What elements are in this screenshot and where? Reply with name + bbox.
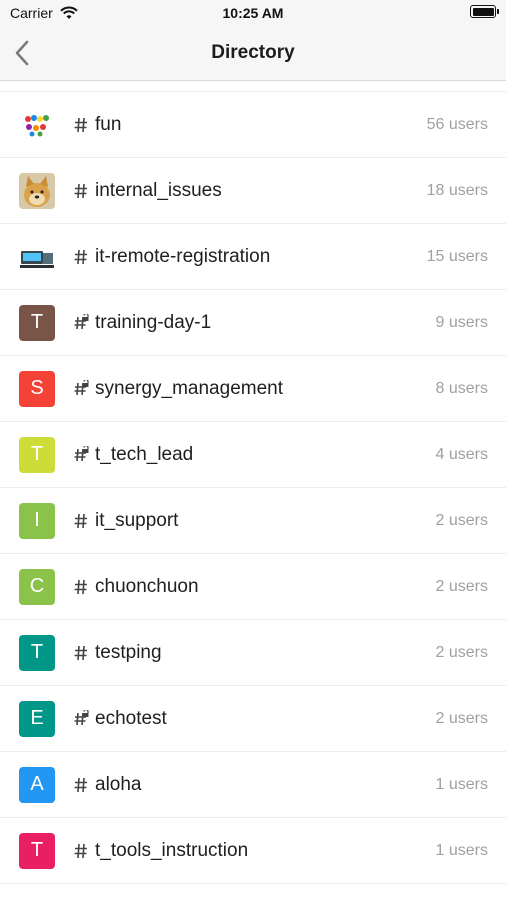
hash-icon <box>73 512 89 530</box>
avatar-letter: C <box>29 575 45 597</box>
status-bar: Carrier 10:25 AM <box>0 0 506 26</box>
channel-row[interactable]: it-remote-registration 15 users <box>0 224 506 290</box>
channel-row[interactable]: Iit_support 2 users <box>0 488 506 554</box>
channel-name: it_support <box>95 509 179 531</box>
page-title: Directory <box>211 42 295 63</box>
computer-image-icon <box>19 238 55 275</box>
user-count: 56 users <box>426 115 488 133</box>
avatar-letter: T <box>30 641 44 663</box>
avatar-letter: S <box>30 377 44 399</box>
avatar-letter: T <box>30 839 44 861</box>
channel-avatar: T <box>19 634 55 671</box>
doge-image-icon <box>19 172 55 209</box>
channel-row[interactable]: Cchuonchuon 2 users <box>0 554 506 620</box>
channel-avatar: T <box>19 304 55 341</box>
channel-avatar: I <box>19 502 55 539</box>
channel-name: fun <box>95 113 122 135</box>
channel-name: internal_issues <box>95 179 222 201</box>
channel-name: chuonchuon <box>95 575 199 597</box>
channel-row[interactable]: Aaloha 1 users <box>0 752 506 818</box>
channel-name: testping <box>95 641 162 663</box>
user-count: 9 users <box>435 313 488 331</box>
channel-row[interactable]: fun 56 users <box>0 92 506 158</box>
user-count: 2 users <box>435 643 488 661</box>
channel-name: t_tools_instruction <box>95 839 249 861</box>
channel-avatar: T <box>19 436 55 473</box>
user-count: 2 users <box>435 709 488 727</box>
user-count: 1 users <box>435 775 488 793</box>
hash-icon <box>73 578 89 596</box>
channel-name: it-remote-registration <box>95 245 271 267</box>
channel-avatar: T <box>19 832 55 869</box>
hash-icon <box>73 248 89 266</box>
channel-row[interactable]: Ssynergy_management 8 users <box>0 356 506 422</box>
channel-name: training-day-1 <box>95 311 212 333</box>
hash-icon <box>73 182 89 200</box>
user-count: 4 users <box>435 445 488 463</box>
status-time: 10:25 AM <box>222 5 284 21</box>
channel-row[interactable]: Ttestping 2 users <box>0 620 506 686</box>
channel-avatar: A <box>19 766 55 803</box>
battery-icon <box>470 5 499 21</box>
avatar-letter: A <box>30 773 44 795</box>
private-hash-icon <box>73 445 89 464</box>
hash-icon <box>73 644 89 662</box>
channel-avatar: C <box>19 568 55 605</box>
hash-icon <box>73 776 89 794</box>
balloons-image-icon <box>19 106 55 143</box>
user-count: 15 users <box>426 247 488 265</box>
channel-avatar: E <box>19 700 55 737</box>
avatar-letter: E <box>30 707 44 729</box>
user-count: 1 users <box>435 841 488 859</box>
channel-row[interactable]: Tt_tools_instruction 1 users <box>0 818 506 884</box>
hash-icon <box>73 842 89 860</box>
navigation-bar: Directory <box>0 26 506 81</box>
user-count: 8 users <box>435 379 488 397</box>
user-count: 18 users <box>426 181 488 199</box>
avatar-letter: T <box>30 311 44 333</box>
channel-name: echotest <box>95 707 167 729</box>
channel-row[interactable]: Eechotest 2 users <box>0 686 506 752</box>
channel-row[interactable]: Ttraining-day-1 9 users <box>0 290 506 356</box>
channel-name: aloha <box>95 773 142 795</box>
user-count: 2 users <box>435 577 488 595</box>
channel-name: t_tech_lead <box>95 443 194 465</box>
channel-name: synergy_management <box>95 377 283 399</box>
channel-row[interactable]: Tt_tech_lead 4 users <box>0 422 506 488</box>
avatar-letter: T <box>30 443 44 465</box>
channel-avatar: S <box>19 370 55 407</box>
private-hash-icon <box>73 313 89 332</box>
user-count: 2 users <box>435 511 488 529</box>
channel-row[interactable]: internal_issues 18 users <box>0 158 506 224</box>
private-hash-icon <box>73 709 89 728</box>
private-hash-icon <box>73 379 89 398</box>
avatar-letter: I <box>34 509 40 531</box>
directory-list: fun 56 users internal_issues 18 users it-rem… <box>0 91 506 884</box>
hash-icon <box>73 116 89 134</box>
